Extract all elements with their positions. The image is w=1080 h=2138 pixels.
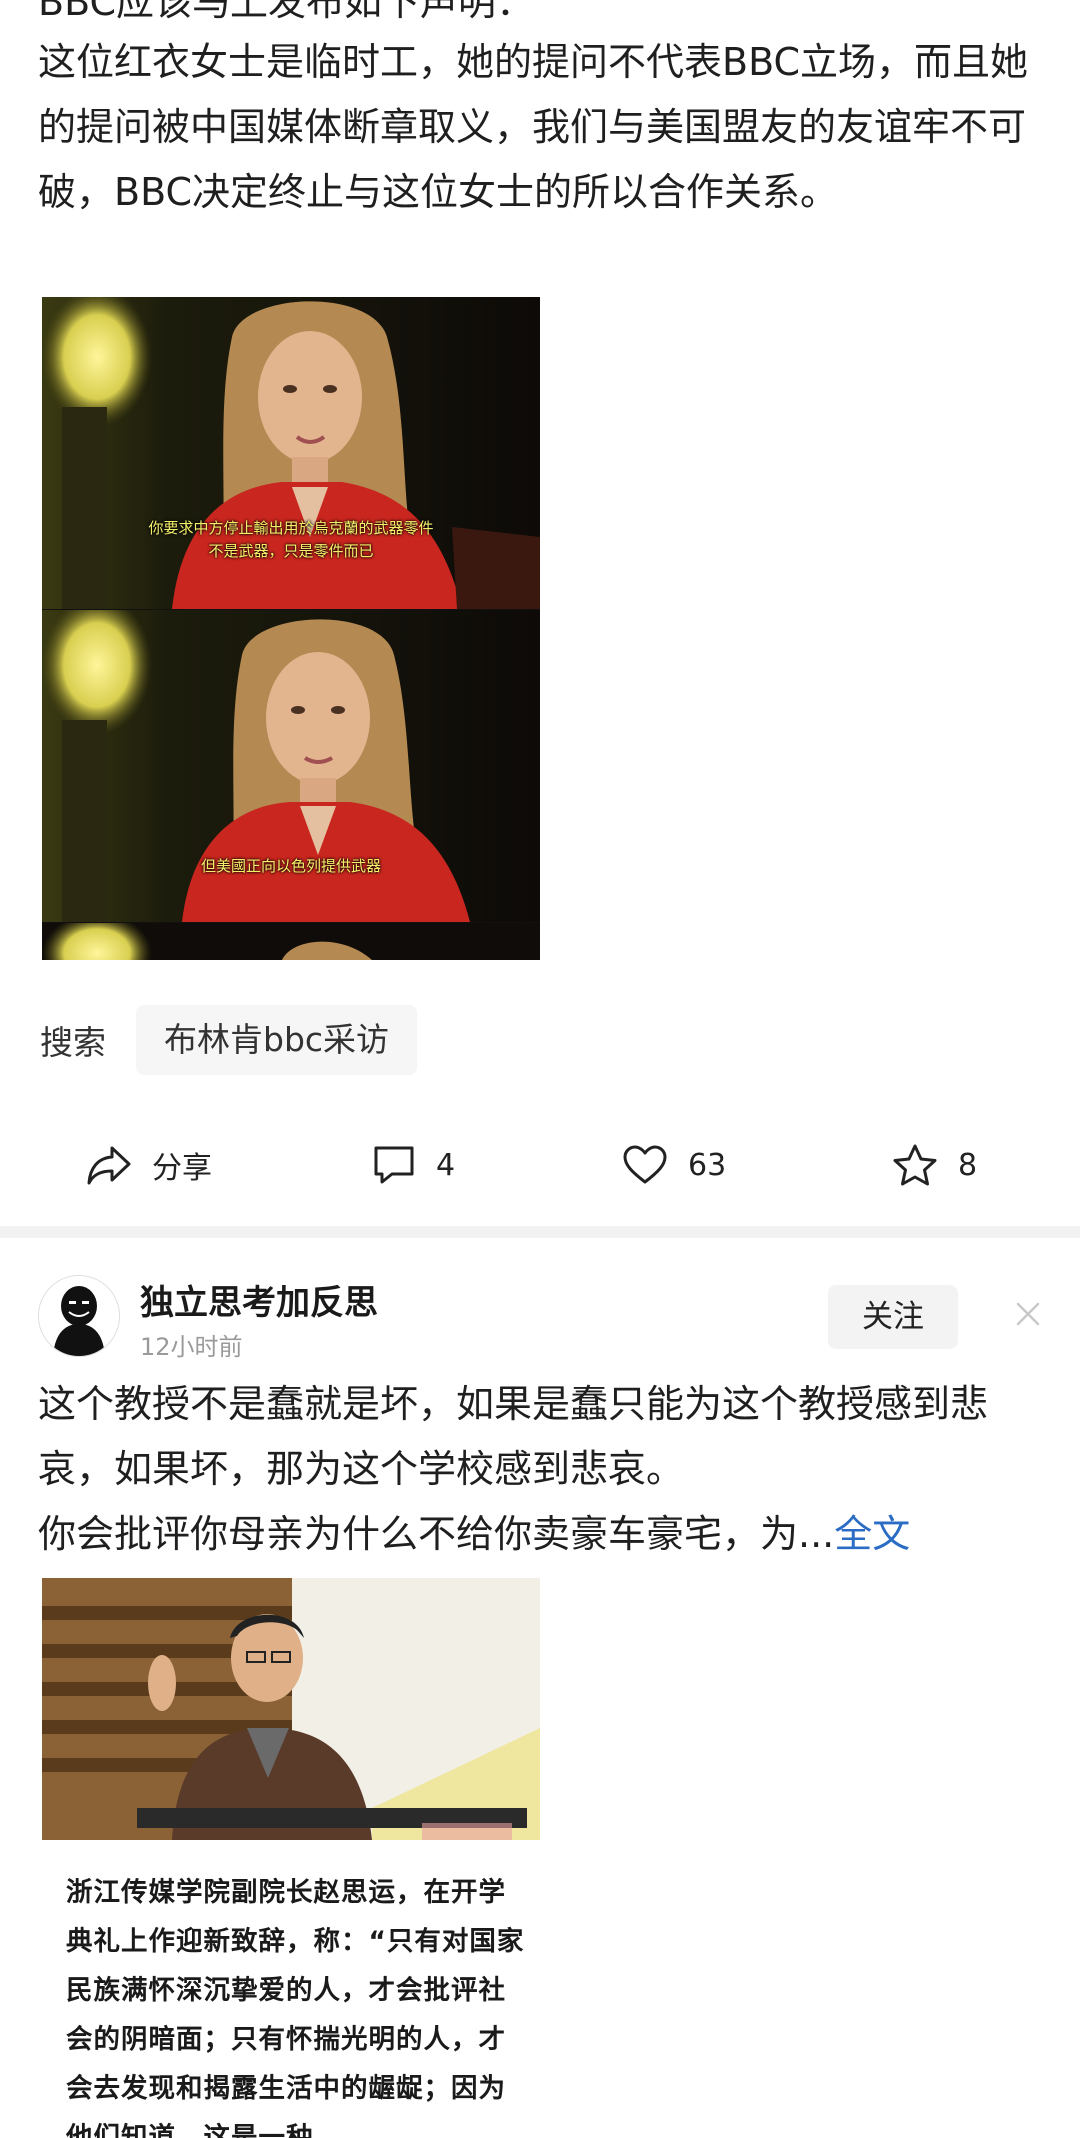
close-icon[interactable]	[1012, 1298, 1044, 1330]
related-search: 搜索 布林肯bbc采访	[40, 1005, 418, 1075]
subtitle-line-1a: 你要求中方停止輸出用於烏克蘭的武器零件	[148, 519, 434, 537]
like-button[interactable]: 63	[622, 1130, 726, 1200]
post-1-body[interactable]: 这位红衣女士是临时工，她的提问不代表BBC立场，而且她的提问被中国媒体断章取义，…	[38, 30, 1048, 225]
follow-button[interactable]: 关注	[828, 1285, 958, 1349]
lecture-photo	[42, 1578, 540, 1840]
like-count: 63	[688, 1147, 727, 1183]
heart-icon	[623, 1145, 667, 1184]
comment-count: 4	[436, 1147, 456, 1183]
full-text-link[interactable]: 全文	[834, 1512, 910, 1556]
post-1: BBC应该马上发布如下声明： 这位红衣女士是临时工，她的提问不代表BBC立场，而…	[0, 0, 1080, 1230]
video-frame-2: 但美國正向以色列提供武器	[42, 610, 540, 922]
post-1-action-bar: 分享 4 63 8	[0, 1130, 1080, 1200]
favorite-count: 8	[958, 1147, 978, 1183]
subtitle-line-2: 但美國正向以色列提供武器	[200, 857, 381, 875]
post-1-image[interactable]: 你要求中方停止輸出用於烏克蘭的武器零件 不是武器，只是零件而已 但美國正向以色列…	[42, 297, 540, 960]
author-name[interactable]: 独立思考加反思	[140, 1275, 378, 1324]
share-button[interactable]: 分享	[86, 1130, 212, 1200]
favorite-button[interactable]: 8	[892, 1130, 977, 1200]
avatar-image	[39, 1276, 119, 1356]
post-2-body-text-2: 你会批评你母亲为什么不给你卖豪车豪宅，为...	[38, 1512, 835, 1556]
search-label: 搜索	[40, 1023, 106, 1062]
share-icon	[87, 1146, 131, 1185]
post-2-image[interactable]: 浙江传媒学院副院长赵思运，在开学典礼上作迎新致辞，称：“只有对国家民族满怀深沉挚…	[42, 1578, 540, 2138]
search-chip[interactable]: 布林肯bbc采访	[136, 1005, 418, 1075]
comment-icon	[374, 1146, 414, 1184]
video-frame-1: 你要求中方停止輸出用於烏克蘭的武器零件 不是武器，只是零件而已	[42, 297, 540, 609]
share-label: 分享	[152, 1151, 212, 1186]
comment-button[interactable]: 4	[372, 1130, 455, 1200]
star-icon	[893, 1144, 937, 1186]
post-2-body[interactable]: 这个教授不是蠢就是坏，如果是蠢只能为这个教授感到悲哀，如果坏，那为这个学校感到悲…	[38, 1372, 1048, 1567]
subtitle-line-1b: 不是武器，只是零件而已	[208, 542, 374, 560]
post-time: 12小时前	[140, 1333, 243, 1361]
avatar[interactable]	[38, 1275, 120, 1357]
article-excerpt: 浙江传媒学院副院长赵思运，在开学典礼上作迎新致辞，称：“只有对国家民族满怀深沉挚…	[66, 1877, 525, 2138]
video-frame-3	[42, 923, 540, 960]
post-2-body-text: 这个教授不是蠢就是坏，如果是蠢只能为这个教授感到悲哀，如果坏，那为这个学校感到悲…	[38, 1382, 989, 1491]
feed-divider	[0, 1226, 1080, 1238]
